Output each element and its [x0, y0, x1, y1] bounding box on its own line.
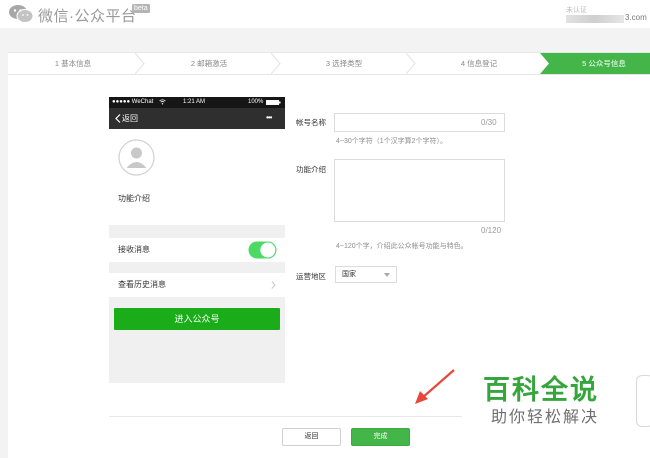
back-button[interactable]: 返回	[282, 428, 341, 446]
phone-battery: 100%	[248, 99, 264, 105]
done-button[interactable]: 完成	[351, 428, 410, 446]
step-3: 3 选择类型	[325, 59, 363, 68]
account-domain: 3.com	[625, 13, 647, 22]
more-icon[interactable]: •••	[266, 113, 272, 122]
region-label: 运营地区	[296, 272, 326, 281]
top-bar: 微信·公众平台 beta 未认证 3.com	[0, 0, 650, 28]
phone-back-label[interactable]: 返回	[122, 113, 138, 124]
chevron-left-icon[interactable]	[115, 114, 121, 123]
battery-icon	[266, 100, 281, 105]
account-name-label: 帐号名称	[296, 118, 326, 127]
intro-label: 功能介绍	[296, 165, 326, 174]
intro-textarea[interactable]	[334, 159, 505, 222]
step-1: 1 基本信息	[54, 59, 92, 68]
avatar-placeholder-icon	[118, 139, 155, 176]
account-name-input[interactable]	[334, 113, 505, 132]
account-name-hint: 4~30个字符（1个汉字算2个字符）。	[336, 138, 448, 145]
region-select[interactable]: 国家	[335, 266, 397, 283]
phone-status-bar: ●●●●● WeChat 1:21 AM 100%	[109, 97, 285, 108]
chevron-right-icon	[271, 281, 276, 289]
beta-badge: beta	[132, 4, 150, 13]
enter-account-button[interactable]: 进入公众号	[114, 308, 280, 330]
history-messages-row[interactable]: 查看历史消息	[109, 273, 285, 297]
intro-counter: 0/120	[481, 226, 502, 235]
step-2: 2 邮箱激活	[190, 59, 228, 68]
history-messages-label: 查看历史消息	[118, 280, 166, 289]
account-name-counter: 0/30	[481, 118, 497, 127]
phone-time: 1:21 AM	[183, 99, 206, 105]
receive-toggle[interactable]	[248, 241, 277, 259]
phone-carrier: ●●●●● WeChat	[112, 99, 154, 105]
phone-intro-label: 功能介绍	[118, 194, 150, 203]
side-widget[interactable]	[636, 375, 650, 427]
region-select-value: 国家	[342, 271, 356, 278]
receive-messages-label: 接收消息	[118, 245, 150, 254]
account-status: 未认证	[566, 7, 587, 14]
wifi-icon	[159, 99, 166, 105]
account-info[interactable]: 未认证 3.com	[566, 5, 650, 25]
progress-steps: 1 基本信息 2 邮箱激活 3 选择类型 4 信息登记 5 公众号信息	[8, 52, 650, 75]
watermark-title: 百科全说	[483, 375, 599, 405]
dropdown-arrow-icon	[384, 273, 390, 277]
app-title[interactable]: 微信·公众平台	[38, 5, 137, 26]
watermark-subtitle: 助你轻松解决	[491, 409, 600, 426]
wechat-logo-icon[interactable]	[8, 4, 34, 24]
step-4: 4 信息登记	[460, 59, 498, 68]
red-arrow-annotation	[415, 369, 455, 404]
step-5: 5 公众号信息	[582, 59, 626, 68]
account-email-blurred	[566, 15, 624, 23]
phone-nav-bar: 返回 •••	[109, 108, 285, 129]
intro-hint: 4~120个字，介绍此公众帐号功能与特色。	[336, 243, 468, 250]
phone-preview: ●●●●● WeChat 1:21 AM 100% 返回 ••• 功能介绍 接收…	[109, 97, 285, 383]
bottom-divider	[109, 416, 462, 417]
phone-profile-card: 功能介绍	[109, 129, 285, 225]
receive-messages-row: 接收消息	[109, 238, 285, 262]
